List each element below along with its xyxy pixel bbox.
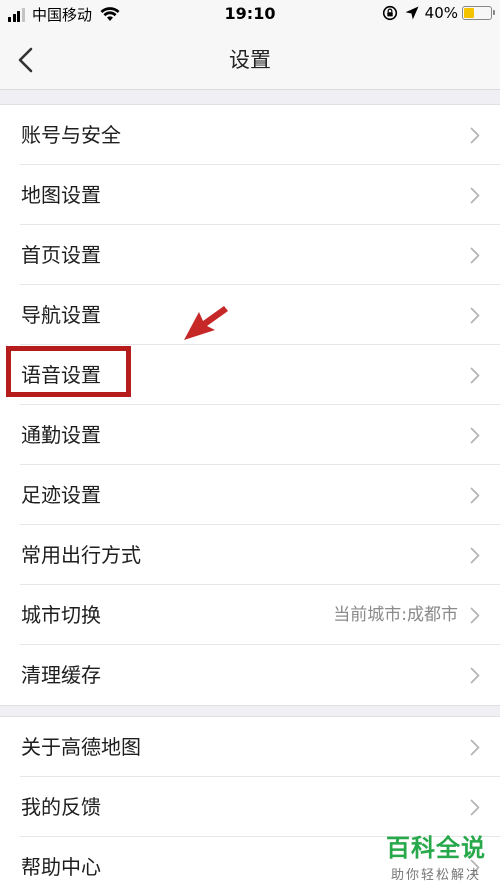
chevron-right-icon [470,547,480,564]
battery-level-fill [464,8,475,18]
settings-row[interactable]: 城市切换 当前城市:成都市 [0,585,500,645]
settings-row-label: 清理缓存 [21,663,101,687]
navigation-bar: 设置 [0,30,500,90]
chevron-right-icon [470,667,480,684]
battery-percent: 40% [424,4,458,22]
location-arrow-icon [405,6,419,20]
settings-row[interactable]: 关于高德地图 [0,717,500,777]
chevron-right-icon [470,427,480,444]
chevron-right-icon [470,307,480,324]
chevron-right-icon [470,367,480,384]
chevron-right-icon [470,247,480,264]
chevron-right-icon [470,487,480,504]
watermark-logo: 百科全说 [386,834,486,862]
highlight-box [6,346,131,397]
settings-row-value: 当前城市:成都市 [333,605,458,625]
settings-group-main: 账号与安全 地图设置 首页设置 导航设置 语音设置 通勤设置 足迹设置 常用出行方式 城市切换当… [0,104,500,706]
red-arrow-icon [184,306,228,340]
settings-row-label: 帮助中心 [21,855,101,879]
settings-row-label: 城市切换 [21,603,101,627]
settings-row-label: 我的反馈 [21,795,101,819]
settings-row-label: 常用出行方式 [21,543,141,567]
settings-row-label: 导航设置 [21,303,101,327]
chevron-right-icon [470,739,480,756]
battery-icon [462,6,495,20]
settings-row-label: 账号与安全 [21,123,121,147]
settings-row[interactable]: 常用出行方式 [0,525,500,585]
settings-row-label: 通勤设置 [21,423,101,447]
settings-row[interactable]: 账号与安全 [0,105,500,165]
settings-row[interactable]: 导航设置 [0,285,500,345]
chevron-left-icon [18,47,33,73]
settings-row-label: 足迹设置 [21,483,101,507]
settings-row[interactable]: 地图设置 [0,165,500,225]
settings-row[interactable]: 清理缓存 [0,645,500,705]
settings-row-label: 地图设置 [21,183,101,207]
settings-row[interactable]: 足迹设置 [0,465,500,525]
watermark-tagline: 助你轻松解决 [390,868,481,883]
page-title: 设置 [229,48,271,72]
settings-row-label: 关于高德地图 [21,735,141,759]
watermark: 百科全说 助你轻松解决 [386,828,486,883]
chevron-right-icon [470,127,480,144]
back-button[interactable] [12,44,42,76]
chevron-right-icon [470,607,480,624]
settings-row-label: 首页设置 [21,243,101,267]
orientation-lock-icon [382,5,397,21]
chevron-right-icon [470,799,480,816]
settings-row[interactable]: 通勤设置 [0,405,500,465]
settings-row[interactable]: 首页设置 [0,225,500,285]
chevron-right-icon [470,187,480,204]
status-right: 40% [382,4,495,22]
status-bar: 中国移动 19:10 40% [0,0,500,30]
